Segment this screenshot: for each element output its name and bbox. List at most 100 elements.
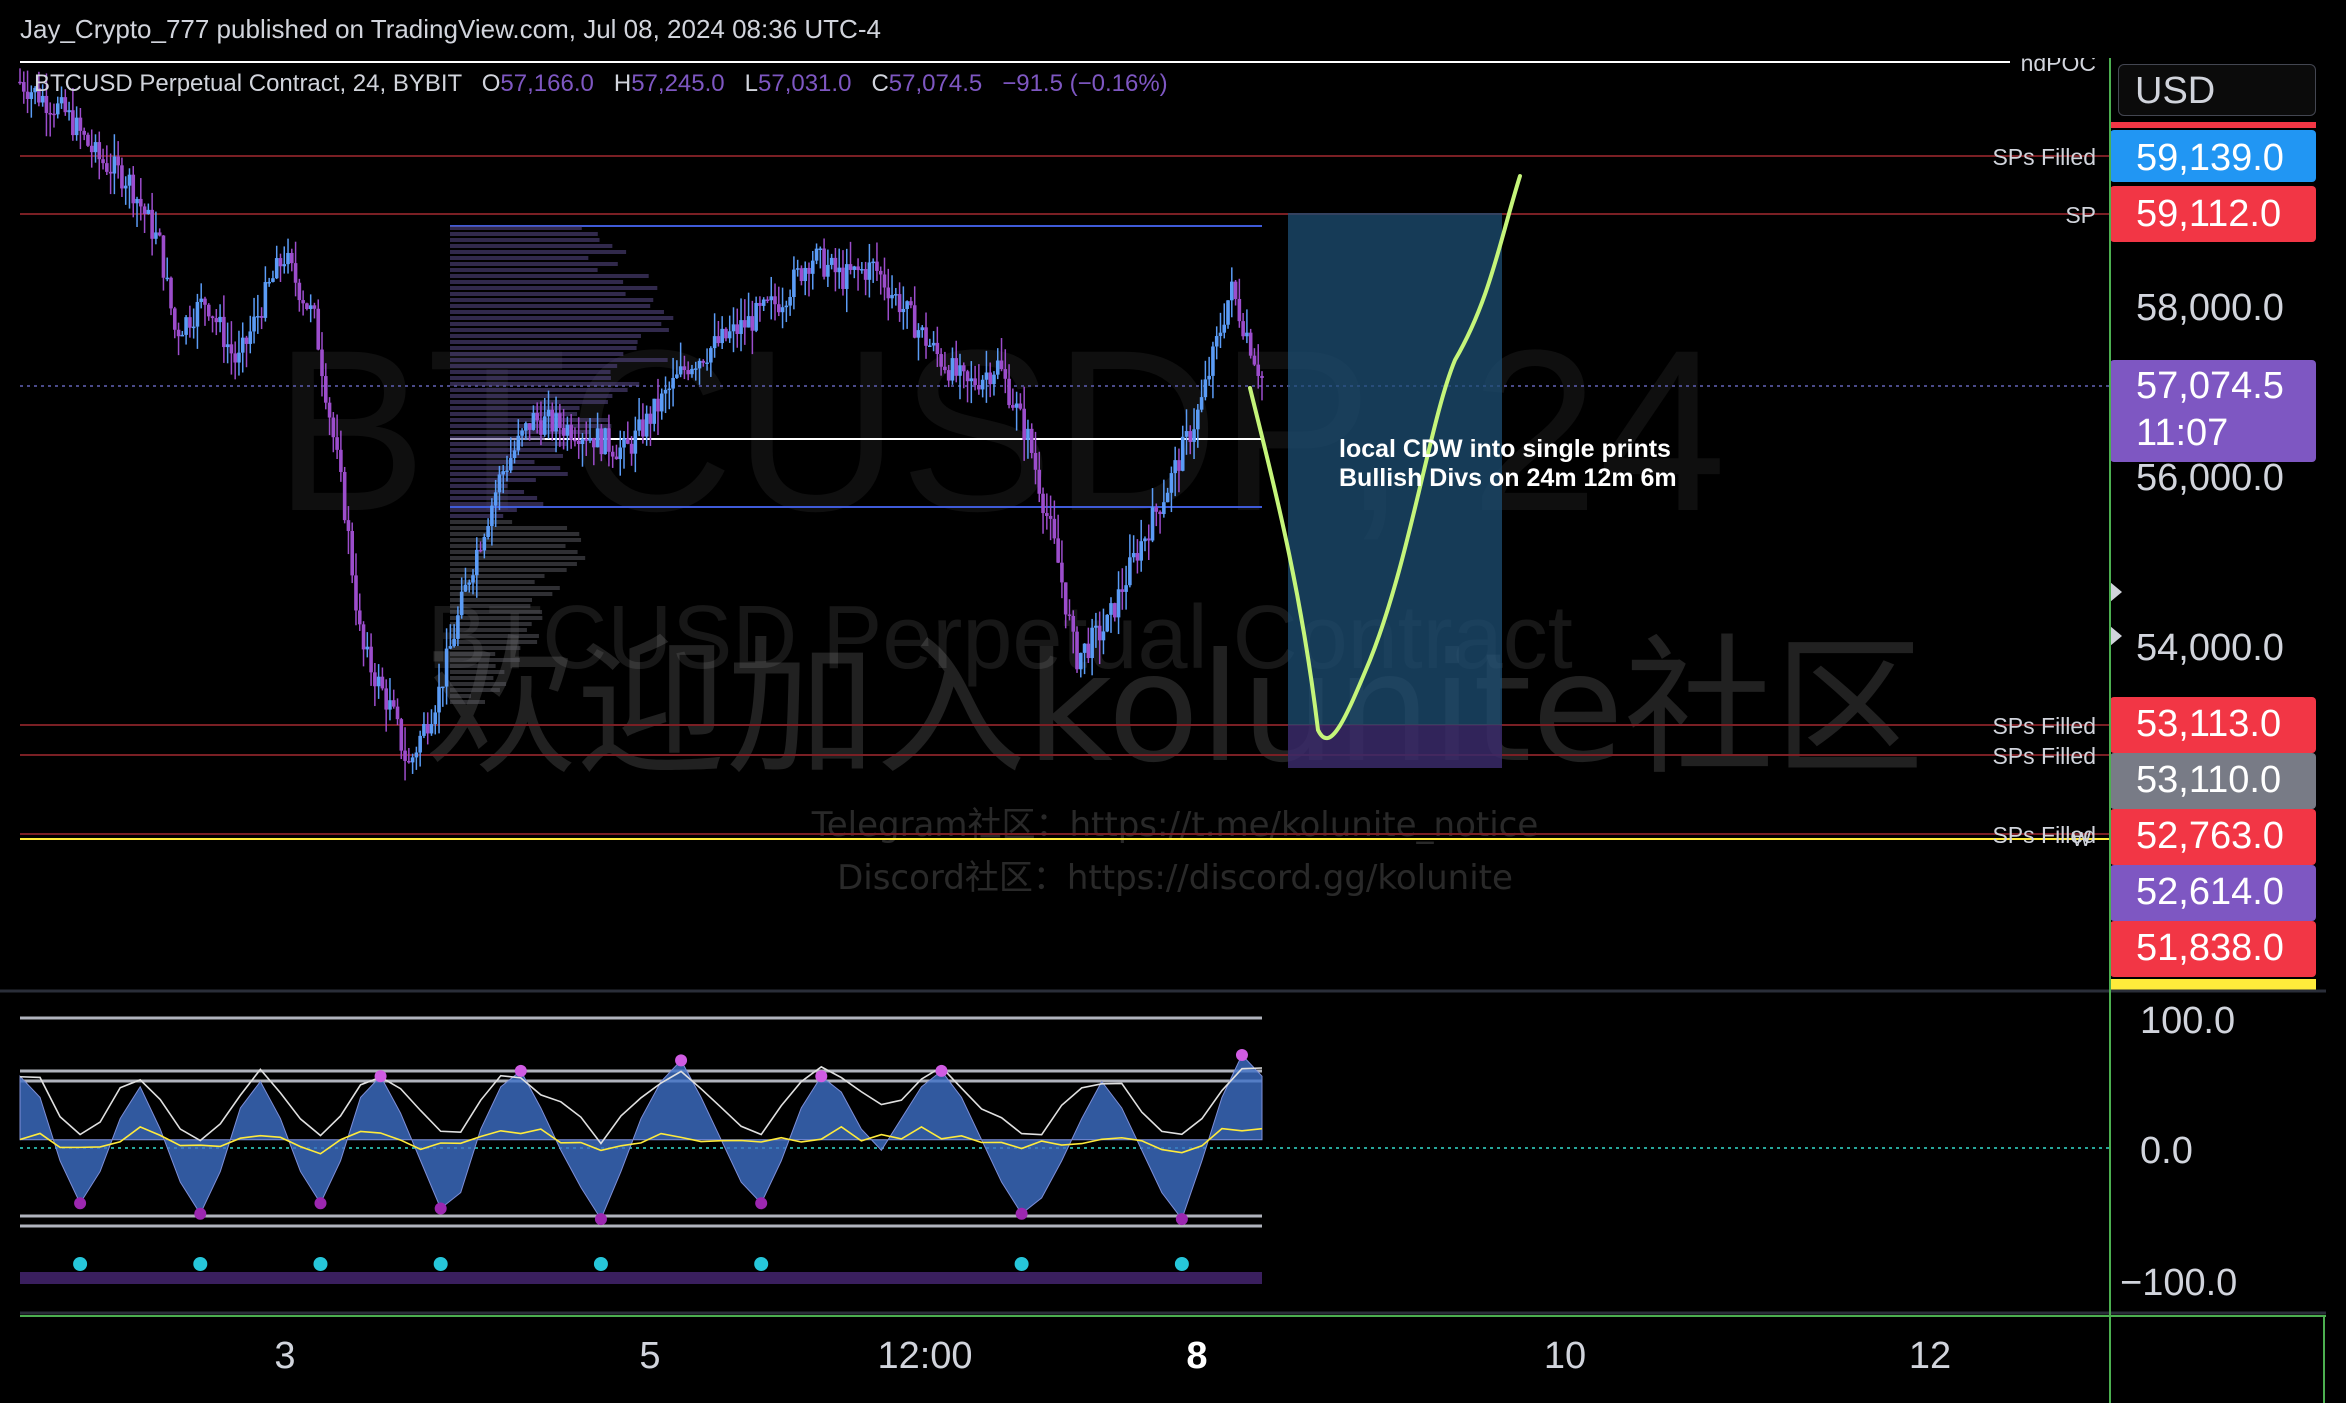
candle-body — [897, 294, 902, 313]
price-tag-53110-text: 53,110.0 — [2136, 759, 2281, 801]
candle-body — [191, 326, 196, 329]
volume-profile-bar — [450, 352, 624, 356]
candle-body — [1135, 553, 1140, 561]
candle-body — [425, 724, 430, 734]
publisher-bar: Jay_Crypto_777 published on TradingView.… — [0, 0, 2346, 58]
candle-body — [912, 305, 917, 338]
candle-body — [1011, 405, 1015, 408]
candle-body — [980, 379, 985, 390]
candle-body — [493, 492, 498, 506]
price-tag-52763-text: 52,763.0 — [2136, 815, 2284, 857]
candle-body — [644, 413, 649, 437]
candle-body — [667, 388, 672, 391]
candle-body — [206, 304, 211, 317]
candle-body — [784, 305, 789, 308]
candle-body — [86, 134, 90, 146]
candle-body — [1169, 473, 1174, 493]
candle-body — [1207, 375, 1211, 380]
osc-signal-dot — [433, 1257, 448, 1271]
candle-body — [112, 156, 117, 174]
candle-body — [278, 258, 283, 267]
candle-body — [837, 267, 841, 273]
candle-body — [648, 413, 653, 424]
candle-body — [1252, 355, 1257, 365]
candle-body — [822, 248, 826, 277]
candle-body — [59, 97, 64, 104]
candle-body — [327, 402, 332, 418]
candle-body — [1063, 582, 1068, 615]
annotation-line-2[interactable]: Bullish Divs on 24m 12m 6m — [1339, 464, 1677, 492]
ohlc-legend[interactable]: BTCUSD Perpetual Contract, 24, BYBIT O57… — [34, 70, 1168, 98]
candle-body — [580, 438, 585, 444]
candle-body — [1158, 511, 1162, 515]
candle-body — [724, 328, 728, 339]
time-tick-3: 3 — [274, 1335, 295, 1377]
candle-body — [346, 520, 351, 531]
candle-body — [769, 296, 774, 301]
candle-body — [1078, 652, 1083, 670]
low-value: 57,031.0 — [758, 70, 852, 97]
candle-body — [1116, 589, 1121, 618]
candle-body — [773, 296, 777, 305]
candle-body — [524, 423, 528, 431]
candle-body — [746, 316, 751, 328]
volume-profile-bar — [450, 658, 520, 662]
osc-divergence-dot — [594, 1213, 607, 1226]
candle-body — [592, 438, 596, 448]
candle-body — [214, 318, 219, 323]
candle-body — [357, 610, 362, 625]
annotation-line-1[interactable]: local CDW into single prints — [1339, 435, 1671, 463]
close-value: 57,074.5 — [888, 70, 983, 97]
osc-divergence-dot — [675, 1054, 688, 1067]
candle-body — [618, 447, 623, 460]
volume-profile-bar — [450, 322, 662, 326]
price-tag-51838-text: 51,838.0 — [2136, 927, 2284, 969]
osc-signal-dot — [1174, 1257, 1189, 1271]
candle-body — [988, 372, 992, 385]
volume-profile-bar — [450, 616, 543, 620]
candle-body — [780, 307, 785, 313]
candle-body — [271, 278, 275, 282]
candle-body — [682, 366, 687, 371]
osc-divergence-dot — [815, 1070, 828, 1083]
candle-body — [573, 439, 577, 442]
candle-body — [848, 264, 853, 270]
volume-profile-bar — [450, 538, 582, 542]
candle-body — [1101, 631, 1106, 641]
candle-body — [293, 263, 298, 283]
volume-profile-bar — [450, 436, 545, 440]
price-tag-current-text: 57,074.5 — [2136, 365, 2284, 407]
candle-body — [467, 582, 472, 585]
candle-body — [139, 198, 143, 207]
candle-body — [977, 385, 981, 390]
candle-body — [758, 302, 762, 306]
candle-body — [403, 750, 407, 761]
candle-body — [142, 206, 147, 215]
volume-profile-bar — [450, 556, 586, 560]
time-tick-8: 8 — [1186, 1335, 1207, 1377]
candle-body — [856, 266, 860, 271]
candle-body — [399, 719, 404, 751]
candle-body — [1192, 429, 1196, 442]
volume-profile-bar — [450, 412, 578, 416]
currency-button[interactable]: USD — [2118, 64, 2316, 116]
volume-profile-bar — [450, 580, 535, 584]
volume-profile-bar — [450, 262, 618, 266]
candle-body — [614, 456, 619, 460]
candle-body — [188, 317, 192, 328]
candle-body — [1139, 541, 1143, 561]
candle-body — [456, 615, 460, 639]
osc-divergence-dot — [935, 1064, 948, 1077]
candle-body — [603, 428, 607, 455]
candle-body — [622, 438, 626, 448]
osc-tick-neg100: −100.0 — [2120, 1262, 2237, 1304]
candle-body — [1218, 332, 1223, 337]
volume-profile-bar — [450, 628, 527, 632]
candle-body — [452, 638, 456, 647]
candle-body — [701, 360, 706, 363]
volume-profile-bar — [450, 568, 567, 572]
candle-body — [274, 258, 279, 279]
sps-filled-label-2: SPs Filled — [1992, 743, 2096, 769]
volume-profile-bar — [450, 274, 649, 278]
candle-body — [486, 526, 490, 538]
